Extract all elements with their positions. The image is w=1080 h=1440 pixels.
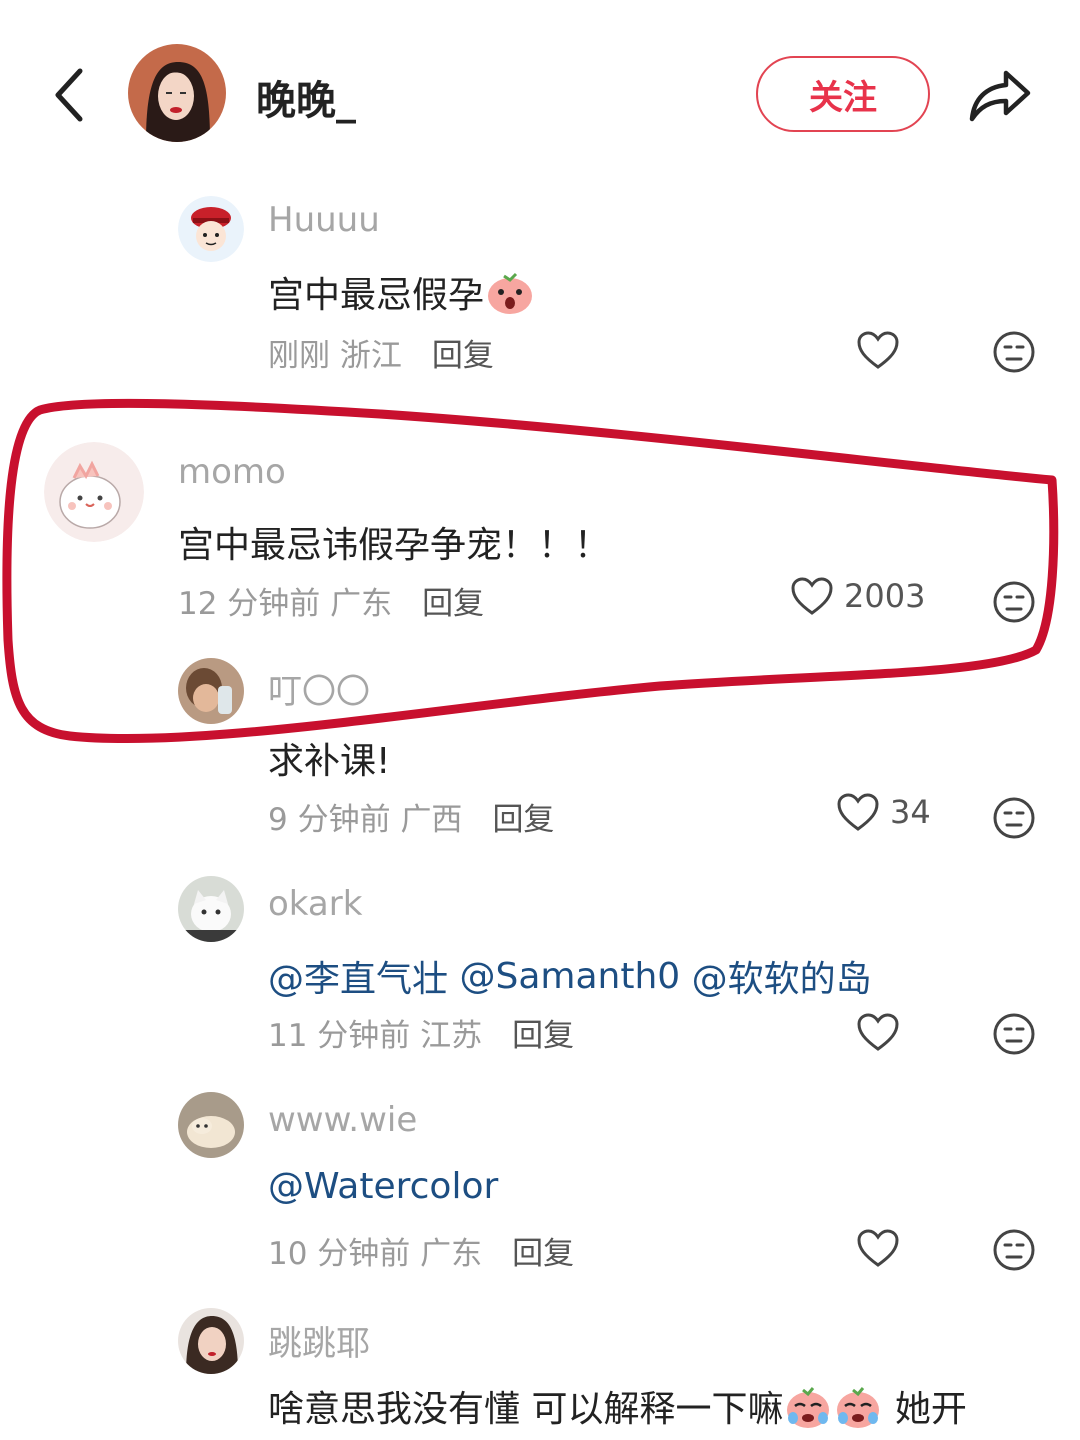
comment-meta: 12 分钟前 广东 回复 (178, 578, 484, 623)
comment-location: 广东 (330, 586, 393, 622)
comment-location: 江苏 (420, 1018, 483, 1054)
mention-link[interactable]: @Samanth0 (459, 956, 680, 997)
comment-text: 啥意思我没有懂 可以解释一下嘛 她开 (268, 1380, 967, 1432)
comment-text-content: 啥意思我没有懂 可以解释一下嘛 (268, 1389, 784, 1430)
dislike-face-icon[interactable] (992, 1012, 1036, 1056)
comment-text: 宫中最忌讳假孕争宠！！！ (178, 525, 611, 566)
shocked-emoji-icon (488, 272, 533, 314)
reply-button[interactable]: 回复 (512, 1228, 574, 1273)
crying-emoji-icon (787, 1387, 830, 1428)
chevron-left-icon (55, 68, 83, 122)
comment-location: 广西 (400, 802, 463, 838)
avatar[interactable] (178, 1092, 244, 1158)
comment-mentions: @李直气壮 @Samanth0 @软软的岛 (268, 950, 872, 1002)
username[interactable]: momo (178, 452, 286, 492)
mention-link[interactable]: @李直气壮 (268, 950, 448, 1002)
heart-icon (857, 331, 899, 369)
comment-time: 12 分钟前 (178, 586, 321, 622)
heart-icon (857, 1013, 899, 1051)
comment-item: 叮〇〇 求补课! 9 分钟前 广西 回复 34 (0, 656, 1080, 856)
top-bar: 晚晚_ 关注 (0, 0, 1080, 180)
comment-item: www.wie @Watercolor 10 分钟前 广东 回复 (0, 1088, 1080, 1288)
comment-text: 宫中最忌假孕 (268, 266, 536, 318)
comment-time: 11 分钟前 (268, 1018, 411, 1054)
avatar[interactable] (44, 442, 144, 542)
comment-text: 求补课! (268, 741, 391, 782)
share-button[interactable] (962, 60, 1040, 130)
comment-meta: 刚刚 浙江 回复 (268, 330, 494, 375)
dislike-face-icon[interactable] (992, 330, 1036, 374)
author-avatar[interactable] (128, 44, 226, 142)
crying-emoji-icon (837, 1387, 880, 1428)
comment-location: 浙江 (339, 338, 402, 374)
author-name[interactable]: 晚晚_ (256, 68, 356, 126)
comment-text-continued: 她开 (894, 1389, 967, 1430)
reply-button[interactable]: 回复 (422, 578, 484, 623)
username[interactable]: Huuuu (268, 200, 380, 240)
like-button[interactable] (856, 330, 900, 370)
share-icon (969, 70, 1031, 122)
back-button[interactable] (40, 60, 100, 130)
comment-meta: 9 分钟前 广西 回复 (268, 794, 554, 839)
avatar[interactable] (178, 658, 244, 724)
like-button[interactable] (856, 1228, 900, 1268)
heart-icon (791, 577, 833, 615)
username[interactable]: 跳跳耶 (268, 1316, 370, 1365)
follow-button[interactable]: 关注 (756, 56, 930, 132)
comment-item-highlighted: momo 宫中最忌讳假孕争宠！！！ 12 分钟前 广东 回复 2003 (0, 440, 1080, 650)
avatar[interactable] (178, 1308, 244, 1374)
avatar[interactable] (178, 196, 244, 262)
comment-time: 9 分钟前 (268, 802, 391, 838)
comment-meta: 11 分钟前 江苏 回复 (268, 1010, 574, 1055)
username[interactable]: 叮〇〇 (268, 664, 370, 713)
username[interactable]: www.wie (268, 1100, 417, 1140)
like-count: 34 (890, 793, 931, 831)
comment-time: 10 分钟前 (268, 1236, 411, 1272)
heart-icon (857, 1229, 899, 1267)
comment-meta: 10 分钟前 广东 回复 (268, 1228, 574, 1273)
like-button[interactable] (856, 1012, 900, 1052)
reply-button[interactable]: 回复 (492, 794, 554, 839)
reply-button[interactable]: 回复 (512, 1010, 574, 1055)
mention-link[interactable]: @Watercolor (268, 1166, 498, 1207)
dislike-face-icon[interactable] (992, 1228, 1036, 1272)
comment-item: 跳跳耶 啥意思我没有懂 可以解释一下嘛 她开 (0, 1304, 1080, 1440)
like-count: 2003 (844, 577, 926, 615)
dislike-face-icon[interactable] (992, 796, 1036, 840)
comment-text-content: 宫中最忌假孕 (268, 275, 485, 316)
mention-link[interactable]: @软软的岛 (692, 950, 872, 1002)
dislike-face-icon[interactable] (992, 580, 1036, 624)
avatar[interactable] (178, 876, 244, 942)
heart-icon (837, 793, 879, 831)
comment-item: Huuuu 宫中最忌假孕 刚刚 浙江 回复 (0, 190, 1080, 390)
comment-location: 广东 (420, 1236, 483, 1272)
username[interactable]: okark (268, 884, 362, 924)
like-button[interactable]: 34 (836, 792, 931, 832)
comment-item: okark @李直气壮 @Samanth0 @软软的岛 11 分钟前 江苏 回复 (0, 872, 1080, 1072)
reply-button[interactable]: 回复 (432, 330, 494, 375)
comment-time: 刚刚 (268, 338, 330, 374)
like-button[interactable]: 2003 (790, 576, 925, 616)
comment-mentions: @Watercolor (268, 1166, 498, 1207)
